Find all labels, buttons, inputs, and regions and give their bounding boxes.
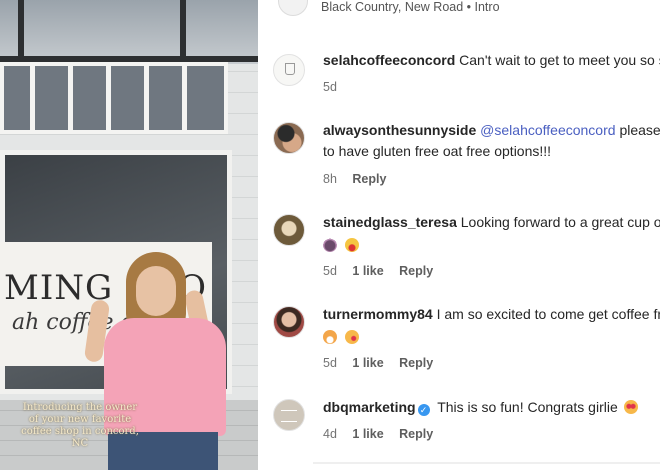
like-count[interactable]: 1 like [352,427,383,441]
heart-eyes-emoji-icon [623,400,638,414]
commenter-avatar[interactable] [273,306,305,338]
like-count[interactable]: 1 like [352,356,383,370]
commenter-avatar[interactable] [273,122,305,154]
comment-actions: 8h Reply [323,172,398,186]
coffee-emoji-icon [323,238,337,252]
comment-username[interactable]: selahcoffeeconcord [323,52,455,68]
comment-time: 4d [323,427,337,441]
comment-body: alwaysonthesunnyside @selahcoffeeconcord… [323,120,660,162]
comment-body: stainedglass_teresa Looking forward to a… [323,212,660,256]
comment-text: Can't wait to get to meet you so soon! [459,52,660,68]
comment-time: 5d [323,264,337,278]
like-count[interactable]: 1 like [352,264,383,278]
reply-button[interactable]: Reply [399,264,433,278]
window-canopy [0,0,258,64]
comment-text: This is so fun! Congrats girlie [437,399,618,415]
kissing-face-emoji-icon [345,330,359,344]
grinning-face-emoji-icon [345,238,359,252]
comment-username[interactable]: turnermommy84 [323,306,433,322]
comment-body: selahcoffeeconcord Can't wait to get to … [323,50,660,71]
canopy-frame [180,0,186,64]
verified-badge-icon: ✓ [417,404,430,416]
comment-text: I am so excited to come get coffee from … [436,306,660,322]
smiling-face-emoji-icon [323,330,337,344]
comment-actions: 5d 1 like Reply [323,264,445,278]
reply-button[interactable]: Reply [399,427,433,441]
comment-actions: 4d 1 like Reply [323,427,445,441]
canopy-frame [18,0,24,64]
comment-text: please make sure [619,122,660,138]
comment-username[interactable]: alwaysonthesunnyside [323,122,476,138]
commenter-avatar[interactable] [273,54,305,86]
comment-mention[interactable]: @selahcoffeeconcord [480,122,615,138]
divider [313,462,660,464]
comment-body: turnermommy84 I am so excited to come ge… [323,304,660,348]
comment-time: 8h [323,172,337,186]
transom-window [0,62,228,134]
comment-text-continued: to have gluten free oat free options!!! [323,143,552,159]
comment-body: dbqmarketing ✓ This is so fun! Congrats g… [323,397,660,418]
comment-username[interactable]: dbqmarketing [323,399,416,415]
reply-button[interactable]: Reply [352,172,386,186]
comments-panel[interactable]: Black Country, New Road • Intro selahcof… [258,0,660,470]
reply-button[interactable]: Reply [399,356,433,370]
commenter-avatar[interactable] [273,399,305,431]
comment-actions: 5d [323,80,349,94]
person-face [136,266,176,316]
audio-meta[interactable]: Black Country, New Road • Intro [321,0,500,14]
video-frame[interactable]: MING SOO ah coffee co Introducing the ow… [0,0,258,470]
comment-time: 5d [323,356,337,370]
video-caption: Introducing the owner of your new favori… [21,402,139,449]
comment-text: Looking forward to a great cup of coffee [460,214,660,230]
author-avatar[interactable] [278,0,308,16]
comment-time: 5d [323,80,337,94]
commenter-avatar[interactable] [273,214,305,246]
comment-actions: 5d 1 like Reply [323,356,445,370]
comment-username[interactable]: stainedglass_teresa [323,214,457,230]
